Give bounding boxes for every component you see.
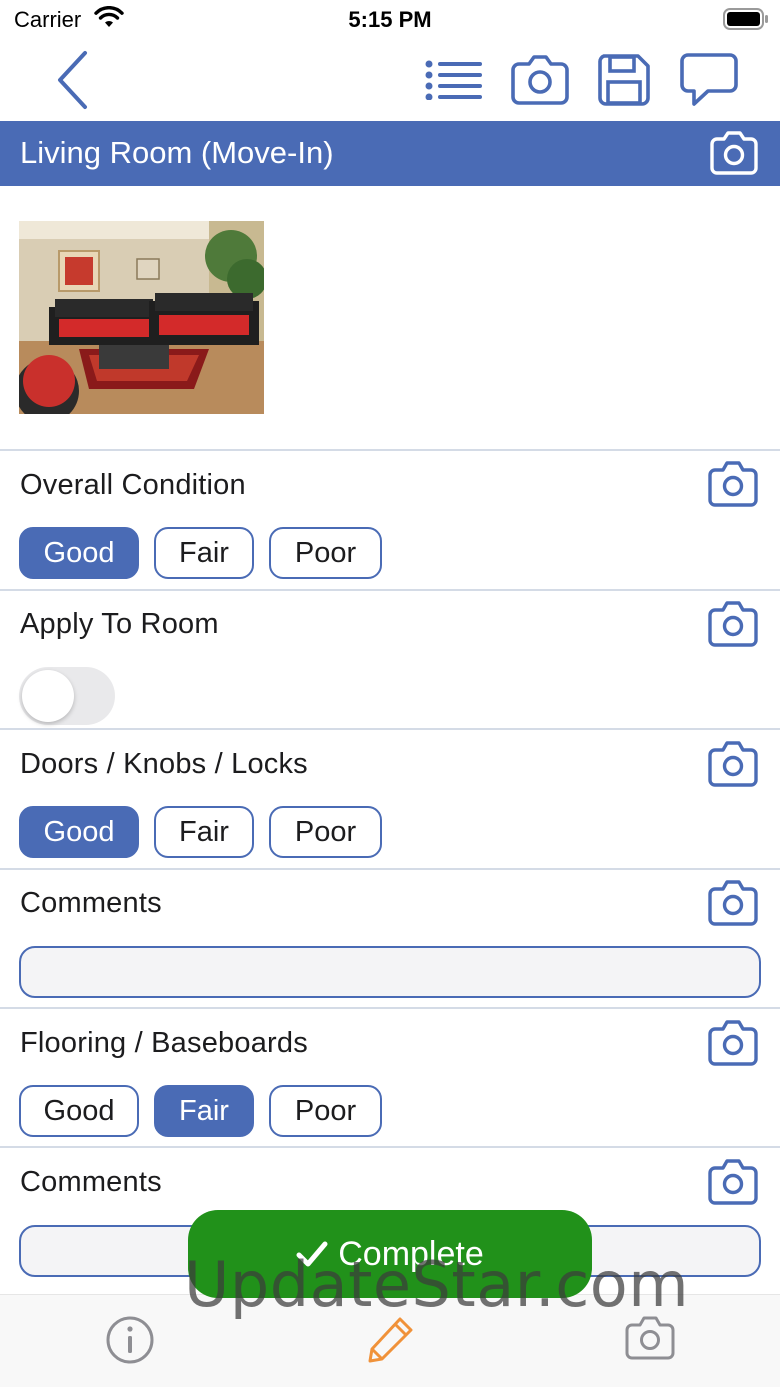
flooring-baseboards-label: Flooring / Baseboards	[20, 1027, 308, 1059]
room-header: Living Room (Move-In)	[0, 121, 780, 186]
overall-condition-fair-button[interactable]: Fair	[154, 527, 254, 579]
save-button[interactable]	[594, 48, 654, 112]
watermark: UpdateStar.com	[184, 1248, 690, 1321]
camera-icon	[625, 1316, 675, 1360]
tab-camera[interactable]	[625, 1315, 675, 1366]
camera-button[interactable]	[508, 48, 572, 112]
tab-info[interactable]	[105, 1315, 155, 1370]
flooring-camera-button[interactable]	[708, 1019, 758, 1072]
camera-icon	[710, 131, 758, 175]
divider	[0, 868, 780, 870]
camera-icon	[708, 1159, 758, 1205]
doors-good-button[interactable]: Good	[19, 806, 139, 858]
divider	[0, 1007, 780, 1009]
divider	[0, 589, 780, 591]
room-title: Living Room (Move-In)	[20, 135, 334, 170]
navigation-bar	[0, 40, 780, 120]
doors-comments-label: Comments	[20, 887, 162, 919]
chevron-left-icon	[58, 51, 87, 109]
list-button[interactable]	[422, 48, 488, 112]
divider	[0, 449, 780, 451]
info-icon	[106, 1316, 154, 1364]
camera-icon	[708, 461, 758, 507]
apply-to-room-camera-button[interactable]	[708, 600, 758, 653]
comment-button[interactable]	[676, 48, 742, 112]
apply-to-room-label: Apply To Room	[20, 608, 219, 640]
camera-icon	[708, 1020, 758, 1066]
save-icon	[598, 54, 650, 106]
apply-to-room-toggle[interactable]	[19, 667, 115, 725]
living-room-photo	[19, 221, 264, 414]
list-icon	[425, 60, 482, 100]
doors-camera-button[interactable]	[708, 740, 758, 793]
overall-condition-camera-button[interactable]	[708, 460, 758, 513]
camera-icon	[708, 601, 758, 647]
doors-poor-button[interactable]: Poor	[269, 806, 382, 858]
overall-condition-label: Overall Condition	[20, 469, 246, 501]
flooring-good-button[interactable]: Good	[19, 1085, 139, 1137]
back-button[interactable]	[44, 48, 100, 112]
flooring-comments-label: Comments	[20, 1166, 162, 1198]
doors-knobs-locks-label: Doors / Knobs / Locks	[20, 748, 308, 780]
divider	[0, 728, 780, 730]
pencil-icon	[368, 1317, 413, 1363]
clock-label: 5:15 PM	[348, 7, 432, 32]
overall-condition-poor-button[interactable]: Poor	[269, 527, 382, 579]
doors-comments-input[interactable]	[19, 946, 761, 998]
flooring-fair-button[interactable]: Fair	[154, 1085, 254, 1137]
divider	[0, 1146, 780, 1148]
doors-comments-camera-button[interactable]	[708, 879, 758, 932]
battery-icon	[723, 8, 769, 35]
flooring-poor-button[interactable]: Poor	[269, 1085, 382, 1137]
overall-condition-good-button[interactable]: Good	[19, 527, 139, 579]
room-photo-thumbnail[interactable]	[19, 221, 264, 414]
comment-icon	[680, 53, 738, 106]
camera-icon	[511, 55, 569, 105]
room-camera-button[interactable]	[710, 130, 758, 181]
status-bar: Carrier 5:15 PM	[0, 0, 780, 40]
tab-edit[interactable]	[365, 1315, 415, 1370]
toggle-knob	[22, 670, 74, 722]
camera-icon	[708, 741, 758, 787]
doors-fair-button[interactable]: Fair	[154, 806, 254, 858]
flooring-comments-camera-button[interactable]	[708, 1158, 758, 1211]
camera-icon	[708, 880, 758, 926]
